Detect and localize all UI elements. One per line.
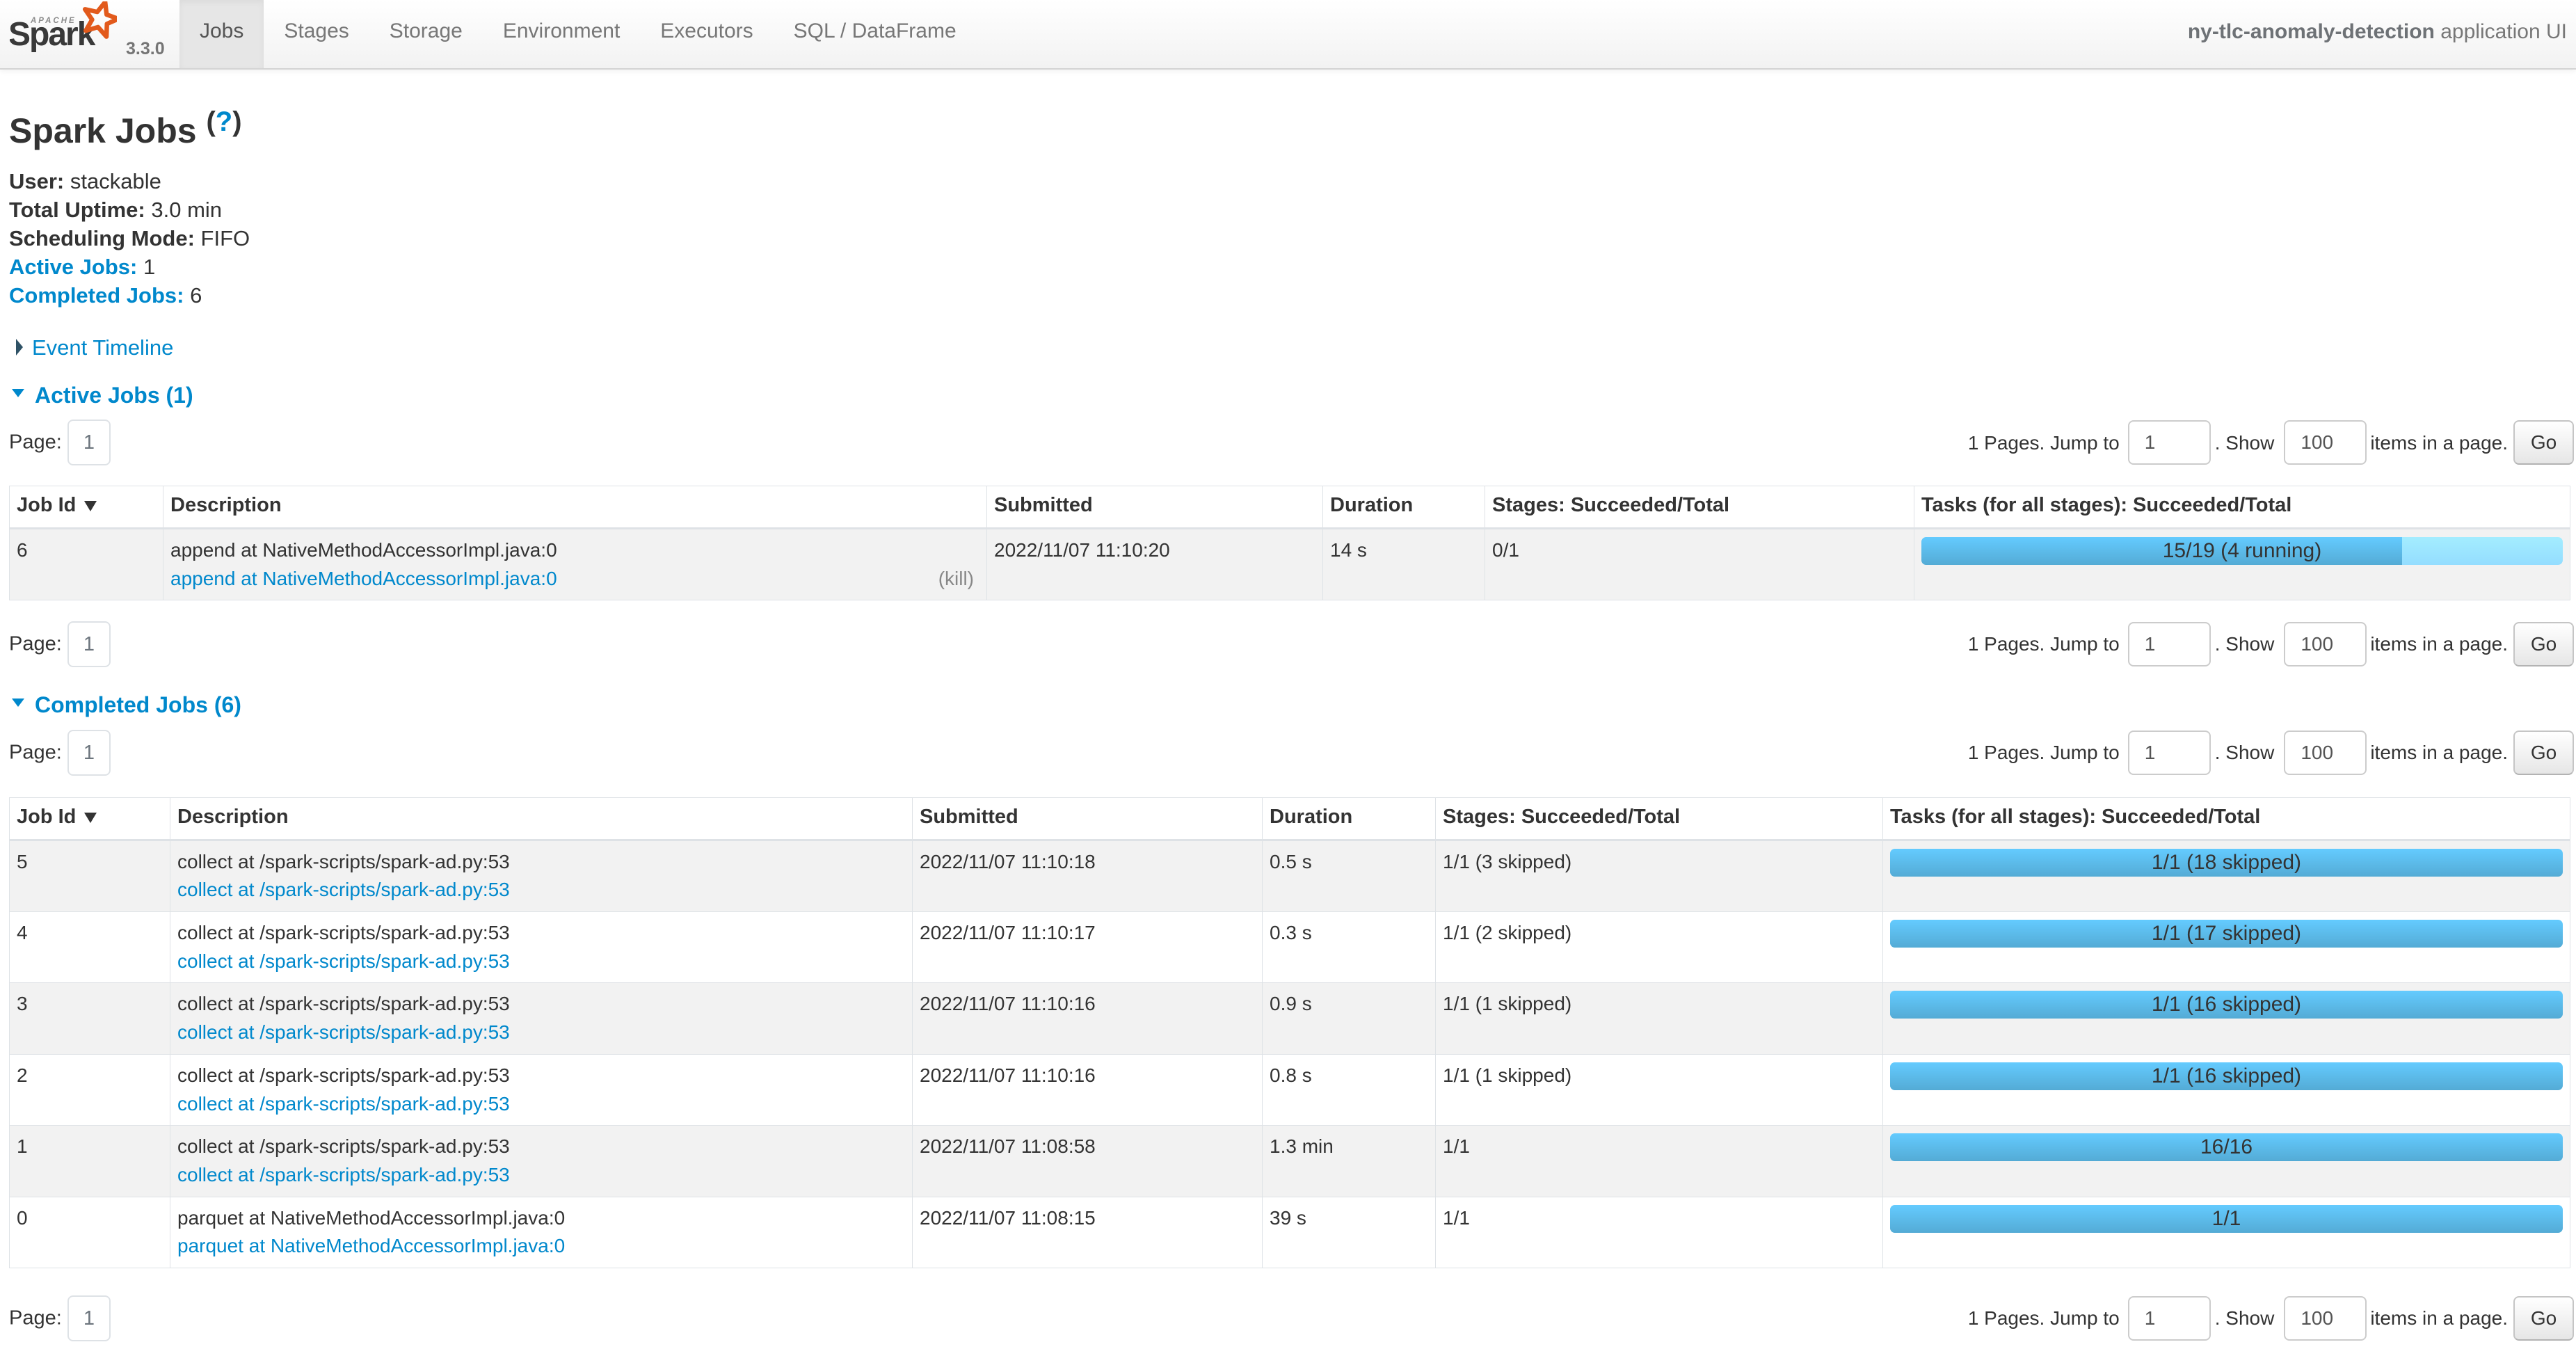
svg-text:Spark: Spark [10, 16, 96, 53]
